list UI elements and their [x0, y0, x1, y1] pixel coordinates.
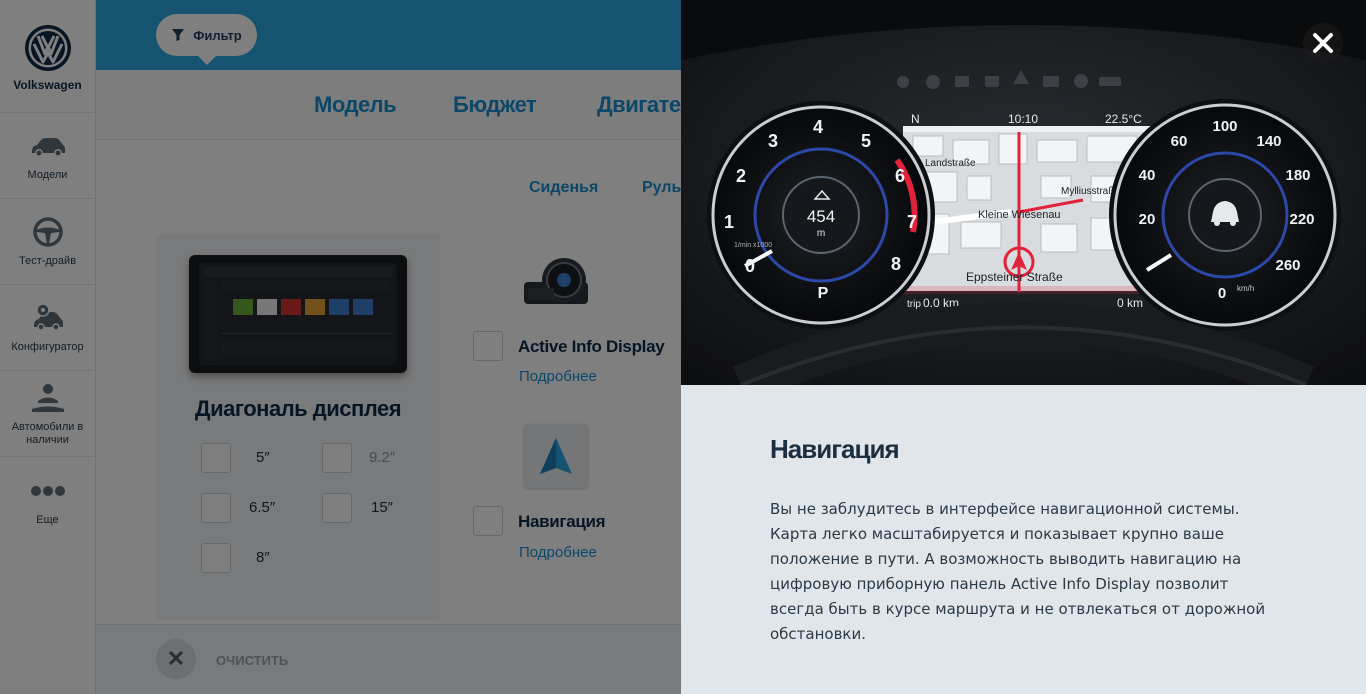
gear-readout: P — [818, 285, 829, 302]
svg-text:220: 220 — [1289, 211, 1314, 228]
clock-readout: 10:10 — [1008, 112, 1038, 126]
compass-readout: N — [911, 112, 920, 126]
svg-text:4: 4 — [813, 117, 823, 137]
speed-unit: km/h — [1237, 284, 1254, 293]
altitude-unit: m — [817, 228, 825, 239]
svg-text:1: 1 — [724, 212, 734, 232]
modal-description: Вы не заблудитесь в интерфейсе навигацио… — [770, 500, 1266, 643]
trip-label: trip — [907, 299, 921, 310]
cockpit-image: Landstraße Mylliusstraße Kleine Wiesenau… — [681, 0, 1366, 385]
street-label: Landstraße — [925, 158, 976, 169]
modal-close-button[interactable] — [1303, 23, 1343, 63]
close-icon — [1313, 33, 1333, 53]
modal-title: Навигация — [770, 434, 900, 464]
svg-text:260: 260 — [1275, 257, 1300, 274]
svg-text:180: 180 — [1285, 167, 1310, 184]
svg-text:8: 8 — [891, 254, 901, 274]
svg-text:60: 60 — [1171, 133, 1188, 150]
svg-text:40: 40 — [1139, 167, 1156, 184]
svg-text:6: 6 — [895, 166, 905, 186]
svg-text:7: 7 — [907, 212, 917, 232]
street-label: Kleine Wiesenau — [978, 209, 1061, 221]
svg-text:0: 0 — [1218, 285, 1226, 302]
svg-text:5: 5 — [861, 131, 871, 151]
street-label: Eppsteiner Straße — [966, 270, 1063, 284]
svg-text:3: 3 — [768, 131, 778, 151]
svg-text:20: 20 — [1139, 211, 1156, 228]
svg-text:100: 100 — [1212, 118, 1237, 135]
svg-text:140: 140 — [1256, 133, 1281, 150]
tacho-unit: 1/min x1000 — [734, 242, 772, 249]
svg-text:2: 2 — [736, 166, 746, 186]
range-readout: 0 km — [1117, 296, 1143, 310]
altitude-readout: 454 — [807, 207, 835, 226]
temperature-readout: 22.5°C — [1105, 112, 1142, 126]
